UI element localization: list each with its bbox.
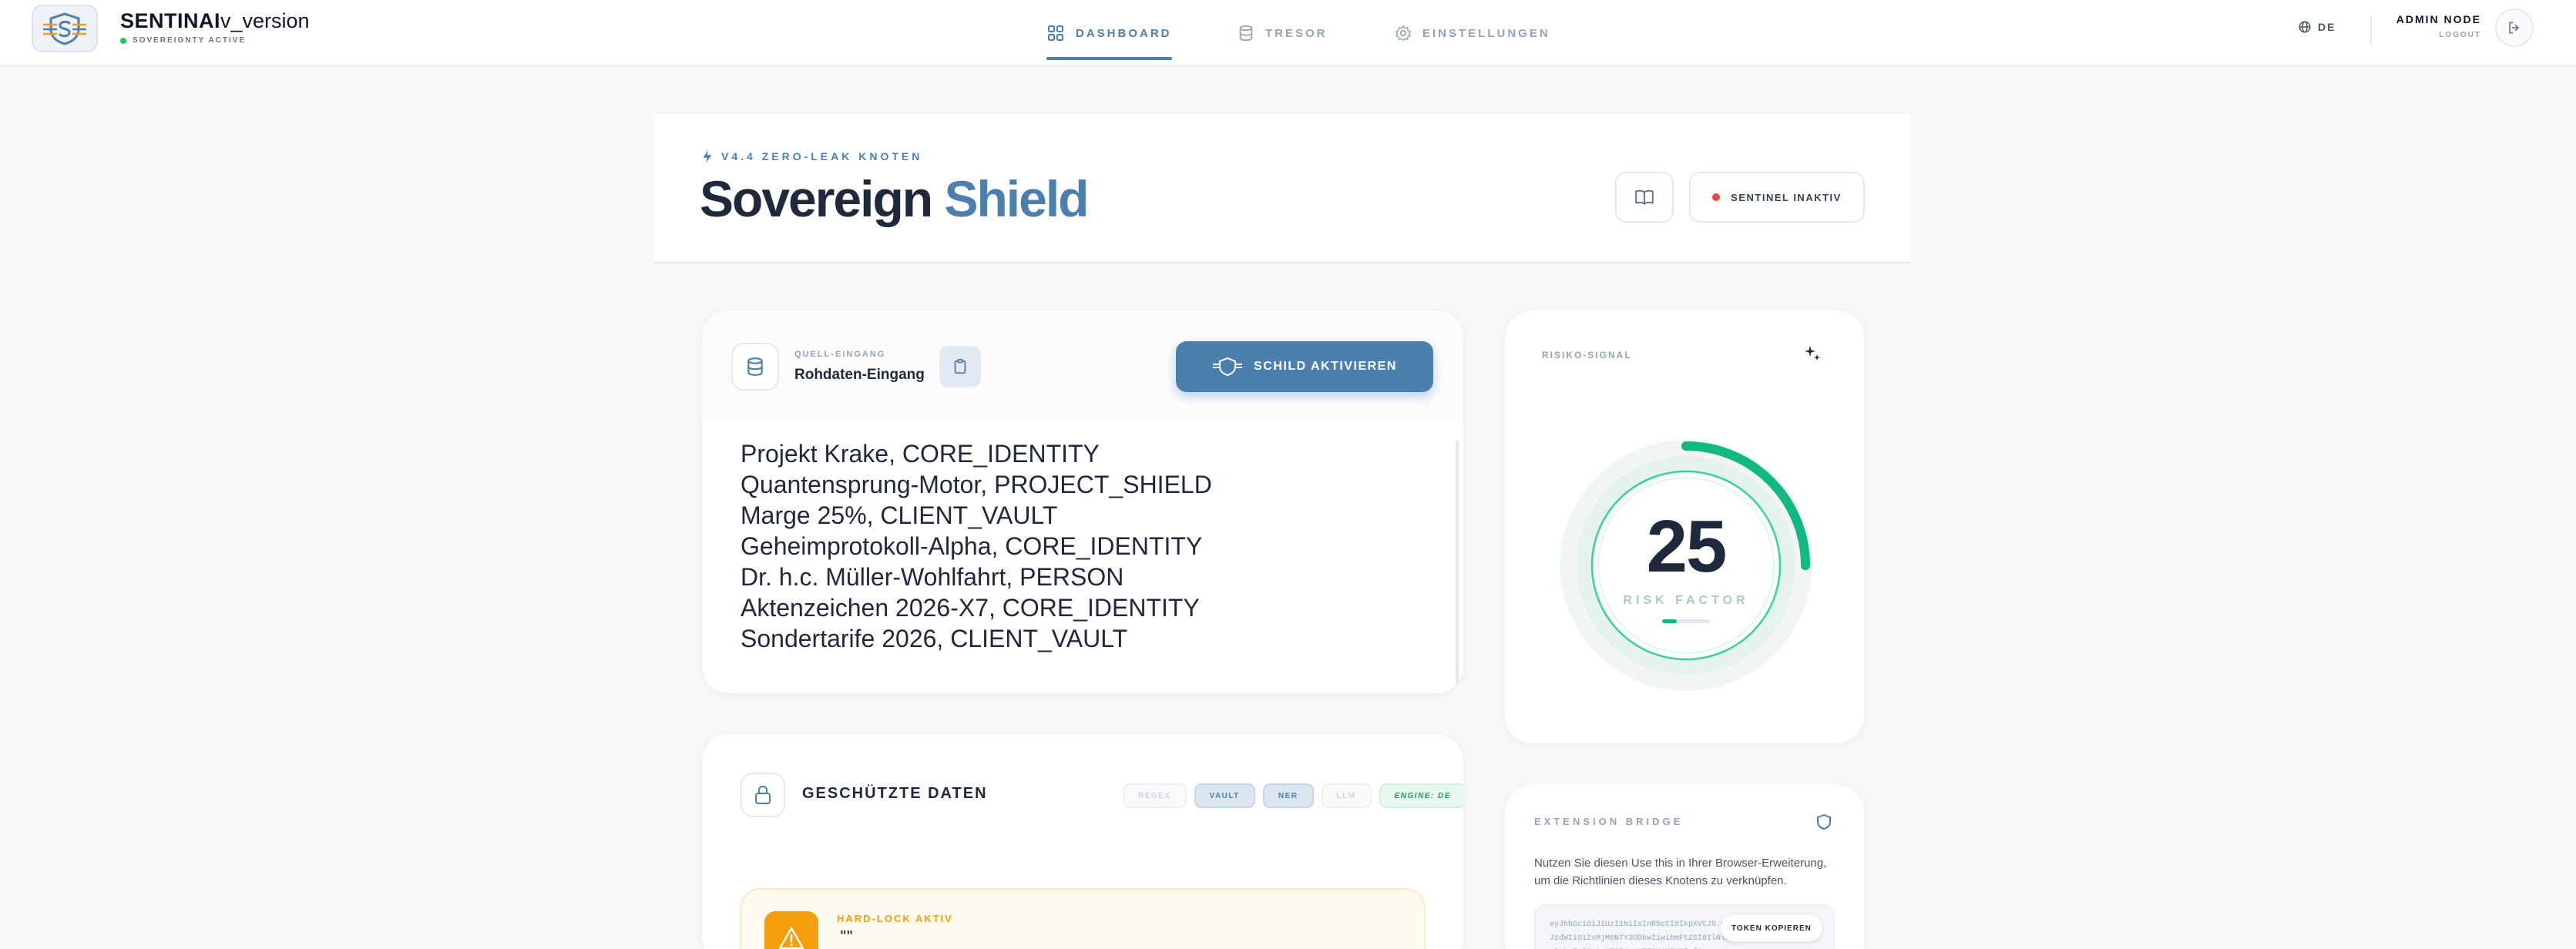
textarea-scrollbar[interactable] — [1456, 440, 1459, 686]
tab-tresor-label: TRESOR — [1265, 26, 1328, 40]
hardlock-label: HARD-LOCK AKTIV — [837, 913, 953, 924]
lock-icon — [755, 785, 771, 804]
brand-name: SENTINAI — [120, 9, 221, 32]
version-tag: V4.4 ZERO-LEAK KNOTEN — [701, 149, 922, 163]
bolt-icon — [703, 149, 712, 163]
lock-icon-box — [741, 773, 785, 817]
brand-version: v_version — [220, 9, 310, 32]
extension-bridge-description: Nutzen Sie diesen Use this in Ihrer Brow… — [1534, 857, 1827, 887]
user-name: ADMIN NODE — [2396, 13, 2481, 25]
version-tag-label: V4.4 ZERO-LEAK KNOTEN — [721, 150, 923, 163]
sentinel-status-dot — [1712, 193, 1721, 201]
risk-mini-bar — [1662, 619, 1710, 623]
hardlock-value: "" — [840, 928, 854, 944]
logo[interactable] — [32, 5, 98, 52]
hardlock-banner: HARD-LOCK AKTIV "" — [740, 888, 1426, 949]
engine-badge: ENGINE: DE — [1379, 783, 1463, 808]
sentinel-status-button[interactable]: SENTINEL INAKTIV — [1689, 172, 1865, 223]
docs-button[interactable] — [1615, 172, 1674, 223]
page-title: Sovereign Shield — [700, 169, 1090, 228]
warning-icon-box — [764, 911, 818, 949]
source-label: QUELL-EINGANG — [794, 350, 886, 359]
source-icon-box — [731, 343, 779, 391]
extension-bridge-title: EXTENSION BRIDGE — [1534, 816, 1684, 827]
source-value: Rohdaten-Eingang — [794, 367, 925, 383]
extension-bridge-card: EXTENSION BRIDGE Nutzen Sie diesen Use t… — [1505, 785, 1864, 949]
risk-factor-label: RISK FACTOR — [1623, 594, 1749, 607]
logout-button[interactable] — [2495, 8, 2534, 47]
chip-ner[interactable]: NER — [1262, 783, 1314, 808]
chip-vault[interactable]: VAULT — [1194, 783, 1255, 808]
token-value[interactable]: eyJhbGciOiJIUzI1NiIsInR5cCI6IkpXVCJ9.eyJ… — [1550, 918, 1735, 949]
source-input-card: QUELL-EINGANG Rohdaten-Eingang SCHILD AK… — [702, 310, 1463, 693]
status-dot — [120, 37, 126, 44]
tab-einstellungen[interactable]: EINSTELLUNGEN — [1395, 0, 1550, 66]
brand-title: SENTINAIv_version — [120, 9, 310, 33]
gear-icon — [1395, 25, 1411, 41]
warning-icon — [778, 927, 804, 949]
database-icon — [1239, 25, 1253, 42]
database-icon — [747, 357, 763, 376]
activate-shield-button[interactable]: SCHILD AKTIVIEREN — [1176, 341, 1433, 392]
book-icon — [1635, 189, 1654, 205]
tab-dashboard[interactable]: DASHBOARD — [1046, 0, 1172, 66]
language-selector[interactable]: DE — [2298, 20, 2336, 34]
logout-icon — [2509, 22, 2520, 34]
tab-tresor[interactable]: TRESOR — [1238, 0, 1328, 66]
paste-button[interactable] — [939, 346, 981, 387]
page-title-main: Sovereign — [700, 170, 933, 227]
top-navigation: SENTINAIv_version SOVEREIGNTY ACTIVE DAS… — [0, 0, 2576, 66]
logout-link[interactable]: LOGOUT — [2439, 31, 2481, 39]
tab-dashboard-label: DASHBOARD — [1076, 26, 1172, 40]
shield-icon — [1817, 814, 1831, 830]
page-title-accent: Shield — [944, 170, 1089, 227]
globe-icon — [2299, 21, 2311, 33]
risk-signal-label: RISIKO-SIGNAL — [1542, 350, 1632, 360]
chip-llm[interactable]: LLM — [1321, 783, 1372, 808]
raw-input-textarea[interactable]: Projekt Krake, CORE_IDENTITY Quantenspru… — [741, 438, 1419, 685]
clipboard-icon — [954, 358, 966, 374]
token-box: eyJhbGciOiJIUzI1NiIsInR5cCI6IkpXVCJ9.eyJ… — [1534, 904, 1835, 949]
nav-divider — [2370, 15, 2372, 46]
chip-regex[interactable]: REGEX — [1123, 783, 1187, 808]
grid-icon — [1048, 25, 1063, 41]
brand-status: SOVEREIGNTY ACTIVE — [120, 36, 246, 45]
page-header: V4.4 ZERO-LEAK KNOTEN Sovereign Shield S… — [654, 114, 1910, 263]
protected-data-title: GESCHÜTZTE DATEN — [802, 785, 988, 802]
shield-logo-icon — [43, 12, 86, 45]
sparkle-icon[interactable] — [1803, 344, 1822, 363]
risk-mini-bar-fill — [1662, 619, 1677, 623]
source-input-header: QUELL-EINGANG Rohdaten-Eingang SCHILD AK… — [702, 310, 1463, 422]
tab-einstellungen-label: EINSTELLUNGEN — [1422, 26, 1550, 40]
copy-token-button[interactable]: TOKEN KOPIEREN — [1721, 915, 1822, 941]
engine-chips: REGEX VAULT NER LLM ENGINE: DE — [1123, 783, 1463, 808]
language-label: DE — [2318, 21, 2336, 33]
activate-shield-label: SCHILD AKTIVIEREN — [1254, 360, 1397, 373]
shield-logo-icon — [1213, 357, 1243, 377]
risk-signal-card: RISIKO-SIGNAL 25 RISK FACTOR — [1505, 310, 1864, 743]
protected-data-card: GESCHÜTZTE DATEN REGEX VAULT NER LLM ENG… — [702, 734, 1463, 949]
risk-value: 25 — [1646, 505, 1728, 588]
brand-status-label: SOVEREIGNTY ACTIVE — [133, 36, 247, 45]
sentinel-status-label: SENTINEL INAKTIV — [1731, 191, 1842, 203]
